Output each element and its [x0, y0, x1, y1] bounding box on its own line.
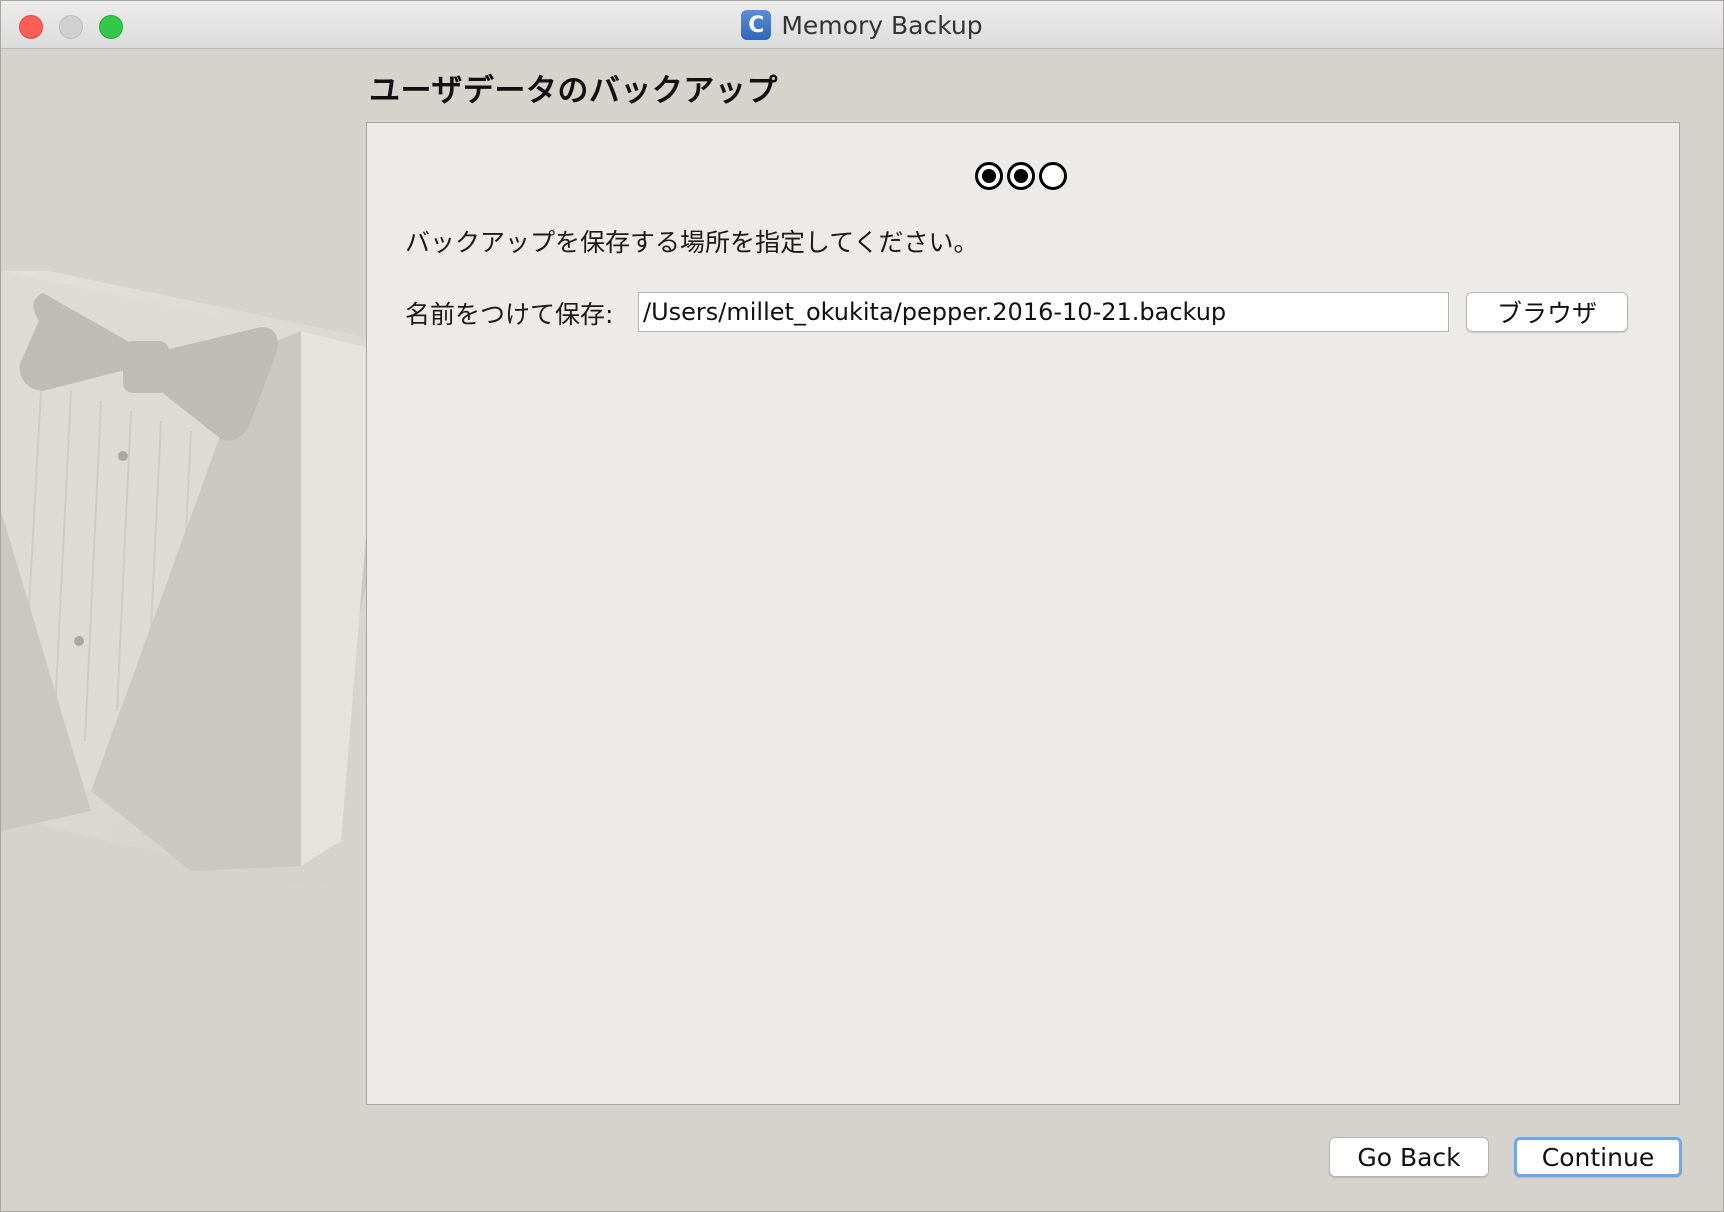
content-panel	[366, 122, 1680, 1105]
step-2-complete-icon	[1007, 162, 1035, 190]
browse-button[interactable]: ブラウザ	[1466, 292, 1628, 332]
installer-window: C Memory Backup ユーザデータのバックアップ バックアップを保存す…	[0, 0, 1724, 1212]
go-back-button[interactable]: Go Back	[1329, 1137, 1489, 1177]
step-3-pending-icon	[1039, 162, 1067, 190]
window-title: Memory Backup	[781, 10, 983, 40]
title-bar: C Memory Backup	[1, 1, 1723, 49]
save-path-field[interactable]	[638, 292, 1449, 332]
save-as-label: 名前をつけて保存:	[405, 300, 614, 329]
app-icon: C	[741, 10, 772, 40]
page-title: ユーザデータのバックアップ	[369, 73, 778, 109]
window-title-group: C Memory Backup	[1, 1, 1723, 49]
continue-button[interactable]: Continue	[1514, 1137, 1682, 1177]
step-indicator	[975, 162, 1067, 190]
instruction-text: バックアップを保存する場所を指定してください。	[405, 228, 979, 257]
step-1-complete-icon	[975, 162, 1003, 190]
